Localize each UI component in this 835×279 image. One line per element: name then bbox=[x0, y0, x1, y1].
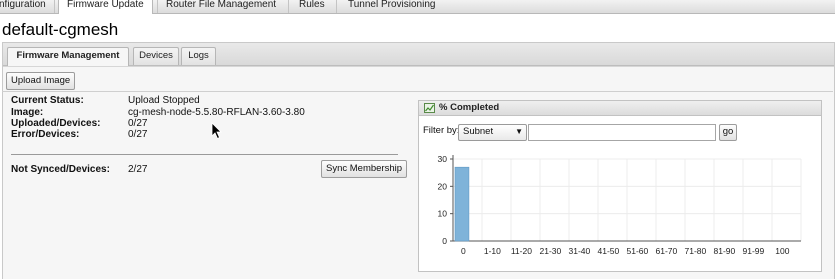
x-tick-label: 71-80 bbox=[685, 246, 707, 256]
filter-value-input[interactable] bbox=[528, 124, 716, 141]
status-divider bbox=[11, 154, 398, 155]
tab-firmware-management[interactable]: Firmware Management bbox=[7, 47, 129, 66]
tab-devices[interactable]: Devices bbox=[133, 47, 179, 65]
tabs-bar: Firmware Management Devices Logs bbox=[3, 43, 834, 66]
nav-item-tunnel-provisioning[interactable]: Tunnel Provisioning bbox=[348, 0, 435, 13]
nav-separator bbox=[157, 0, 158, 13]
image-label: Image: bbox=[11, 107, 44, 118]
chart-icon bbox=[424, 103, 435, 113]
y-tick-label: 0 bbox=[442, 236, 447, 246]
percent-completed-chart: 0 10 20 30 0 1-10 11-20 21-30 31-40 41-50 51-60 61-… bbox=[438, 154, 802, 256]
error-devices-value: 0/27 bbox=[128, 129, 148, 140]
chart-title: % Completed bbox=[439, 102, 500, 113]
not-synced-devices-label: Not Synced/Devices: bbox=[11, 164, 110, 175]
bar-0 bbox=[454, 166, 470, 242]
x-tick-label: 100 bbox=[775, 246, 789, 256]
nav-separator bbox=[336, 0, 337, 13]
x-tick-label: 21-30 bbox=[540, 246, 562, 256]
chevron-down-icon: ▼ bbox=[515, 127, 523, 136]
filter-by-label: Filter by: bbox=[423, 125, 460, 136]
x-tick-label: 41-50 bbox=[598, 246, 620, 256]
nav-item-rules[interactable]: Rules bbox=[299, 0, 325, 13]
image-value: cg-mesh-node-5.5.80-RFLAN-3.60-3.80 bbox=[128, 107, 305, 118]
chart-panel-header: % Completed bbox=[419, 101, 821, 116]
x-tick-label: 61-70 bbox=[656, 246, 678, 256]
x-tick-label: 0 bbox=[461, 246, 466, 256]
y-tick-label: 10 bbox=[438, 209, 448, 219]
sync-membership-button[interactable]: Sync Membership bbox=[321, 160, 408, 178]
page-title: default-cgmesh bbox=[2, 20, 119, 39]
nav-item-router-file-management[interactable]: Router File Management bbox=[166, 0, 276, 13]
uploaded-devices-label: Uploaded/Devices: bbox=[11, 118, 101, 129]
not-synced-devices-value: 2/27 bbox=[128, 164, 148, 175]
current-status-label: Current Status: bbox=[11, 95, 84, 106]
nav-separator bbox=[54, 0, 55, 13]
x-tick-label: 1-10 bbox=[484, 246, 501, 256]
error-devices-label: Error/Devices: bbox=[11, 129, 80, 140]
x-tick-label: 31-40 bbox=[569, 246, 591, 256]
tab-content-divider bbox=[3, 66, 834, 67]
x-tick-label: 91-99 bbox=[743, 246, 765, 256]
go-button[interactable]: go bbox=[719, 124, 737, 141]
x-tick-label: 81-90 bbox=[714, 246, 736, 256]
y-tick-label: 20 bbox=[438, 181, 448, 191]
upload-image-button[interactable]: Upload Image bbox=[6, 72, 76, 90]
top-nav: nfiguration Firmware Update Router File … bbox=[0, 0, 835, 14]
x-tick-label: 51-60 bbox=[627, 246, 649, 256]
mouse-cursor-icon bbox=[211, 122, 222, 140]
x-tick-label: 11-20 bbox=[511, 246, 532, 256]
nav-separator bbox=[288, 0, 289, 13]
filter-by-selected: Subnet bbox=[463, 126, 494, 137]
y-tick-label: 30 bbox=[438, 154, 448, 164]
toolbar-divider bbox=[2, 91, 833, 92]
percent-completed-panel: % Completed Filter by: Subnet ▼ go 0 10 20… bbox=[418, 100, 822, 272]
filter-by-select[interactable]: Subnet ▼ bbox=[458, 124, 527, 141]
nav-item-configuration[interactable]: nfiguration bbox=[0, 0, 46, 13]
tab-logs[interactable]: Logs bbox=[181, 47, 216, 65]
nav-item-firmware-update[interactable]: Firmware Update bbox=[58, 0, 153, 14]
current-status-value: Upload Stopped bbox=[128, 95, 200, 106]
uploaded-devices-value: 0/27 bbox=[128, 118, 148, 129]
